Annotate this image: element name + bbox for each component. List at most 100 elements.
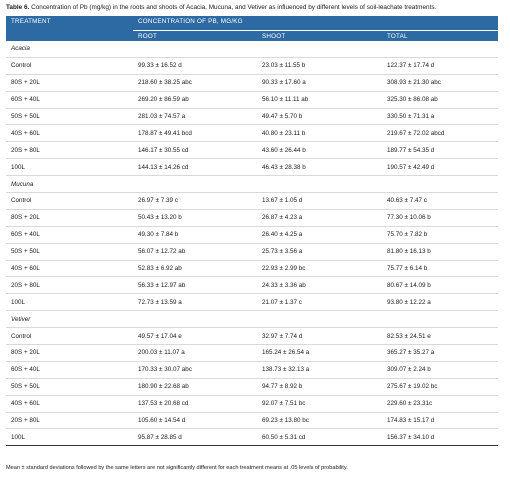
table-row: 50S + 50L 56.07 ± 12.72 ab 25.73 ± 3.56 a8…: [6, 243, 498, 261]
cell-root: 180.90 ± 22.68 ab: [133, 378, 257, 396]
cell-treatment: 100L: [6, 293, 133, 312]
cell-root: 72.73 ± 13.59 a: [133, 293, 257, 312]
cell-treatment: 50S + 50L: [6, 243, 133, 261]
cell-treatment: Control: [6, 57, 133, 75]
cell-root: 99.33 ± 16.52 d: [133, 57, 257, 75]
cell-shoot: 60.50 ± 5.31 cd: [257, 428, 382, 447]
cell-total: 330.50 ± 71.31 a: [382, 108, 498, 126]
cell-root: 137.53 ± 20.68 cd: [133, 395, 257, 413]
group-name: Mucuna: [6, 175, 498, 194]
cell-total: 325.30 ± 86.08 ab: [382, 91, 498, 109]
group-row: Vetiver: [6, 310, 498, 329]
cell-total: 190.57 ± 42.49 d: [382, 158, 498, 177]
cell-total: 365.27 ± 35.27 a: [382, 344, 498, 362]
cell-shoot: 26.40 ± 4.25 a: [257, 226, 382, 244]
cell-treatment: 100L: [6, 158, 133, 177]
table-row: 60S + 40L 269.20 ± 86.59 ab 56.10 ± 11.11 …: [6, 91, 498, 109]
cell-shoot: 23.03 ± 11.55 b: [257, 57, 382, 75]
table-row: 40S + 60L 52.83 ± 6.92 ab 22.93 ± 2.99 bc 7…: [6, 260, 498, 278]
cell-root: 50.43 ± 13.20 b: [133, 209, 257, 227]
cell-treatment: 50S + 50L: [6, 108, 133, 126]
cell-treatment: 50S + 50L: [6, 378, 133, 396]
cell-shoot: 32.97 ± 7.74 d: [257, 327, 382, 346]
table-row: 100L 95.87 ± 28.85 d 60.50 ± 5.31 cd 156.37…: [6, 428, 498, 447]
cell-shoot: 138.73 ± 32.13 a: [257, 361, 382, 379]
cell-shoot: 40.80 ± 23.11 b: [257, 124, 382, 143]
table-footnote: Mean ± standard deviations followed by t…: [6, 465, 348, 471]
header-treatment: TREATMENT: [6, 16, 133, 31]
cell-total: 308.93 ± 21.30 abc: [382, 74, 498, 92]
cell-root: 95.87 ± 28.85 d: [133, 428, 257, 447]
table-body: Acacia Control 99.33 ± 16.52 d 23.03 ± 11.5…: [6, 41, 498, 447]
table-row: 100L 72.73 ± 13.59 a 21.07 ± 1.37 c 93.80 ±…: [6, 293, 498, 312]
cell-treatment: 80S + 20L: [6, 344, 133, 362]
cell-total: 219.67 ± 72.02 abcd: [382, 124, 498, 143]
cell-root: 200.03 ± 11.07 a: [133, 344, 257, 362]
header-total: TOTAL: [382, 30, 498, 41]
cell-treatment: 60S + 40L: [6, 226, 133, 244]
cell-shoot: 21.07 ± 1.37 c: [257, 293, 382, 312]
cell-total: 93.80 ± 12.22 a: [382, 293, 498, 312]
cell-total: 156.37 ± 34.10 d: [382, 428, 498, 447]
table-row: 80S + 20L 200.03 ± 11.07 a 165.24 ± 26.54 …: [6, 344, 498, 362]
cell-root: 170.33 ± 30.07 abc: [133, 361, 257, 379]
cell-shoot: 25.73 ± 3.56 a: [257, 243, 382, 261]
cell-root: 56.07 ± 12.72 ab: [133, 243, 257, 261]
table-row: 60S + 40L 49.30 ± 7.84 b 26.40 ± 4.25 a 75.…: [6, 226, 498, 244]
cell-treatment: 20S + 80L: [6, 412, 133, 430]
cell-root: 26.97 ± 7.39 c: [133, 192, 257, 210]
cell-total: 80.67 ± 14.09 b: [382, 276, 498, 295]
cell-total: 174.83 ± 15.17 d: [382, 412, 498, 430]
group-name: Acacia: [6, 41, 498, 58]
cell-shoot: 22.93 ± 2.99 bc: [257, 260, 382, 278]
cell-root: 269.20 ± 86.59 ab: [133, 91, 257, 109]
cell-root: 146.17 ± 30.55 cd: [133, 141, 257, 160]
pb-concentration-table: TREATMENT CONCENTRATION OF PB, MG/KG ROO…: [6, 16, 498, 447]
cell-total: 40.63 ± 7.47 c: [382, 192, 498, 210]
table-title: Concentration of Pb (mg/kg) in the roots…: [31, 4, 437, 11]
cell-root: 281.03 ± 74.57 a: [133, 108, 257, 126]
cell-total: 189.77 ± 54.35 d: [382, 141, 498, 160]
cell-total: 309.07 ± 2.24 b: [382, 361, 498, 379]
cell-root: 144.13 ± 14.26 cd: [133, 158, 257, 177]
cell-shoot: 92.07 ± 7.51 bc: [257, 395, 382, 413]
table-row: Control 49.57 ± 17.04 e 32.97 ± 7.74 d 82.5…: [6, 327, 498, 346]
cell-root: 49.57 ± 17.04 e: [133, 327, 257, 346]
cell-total: 122.37 ± 17.74 d: [382, 57, 498, 75]
cell-shoot: 13.67 ± 1.05 d: [257, 192, 382, 210]
cell-shoot: 69.23 ± 13.80 bc: [257, 412, 382, 430]
cell-root: 56.33 ± 12.97 ab: [133, 276, 257, 295]
cell-root: 52.83 ± 6.92 ab: [133, 260, 257, 278]
cell-root: 218.60 ± 38.25 abc: [133, 74, 257, 92]
cell-shoot: 165.24 ± 26.54 a: [257, 344, 382, 362]
cell-total: 275.67 ± 19.02 bc: [382, 378, 498, 396]
cell-root: 105.60 ± 14.54 d: [133, 412, 257, 430]
cell-treatment: 40S + 60L: [6, 124, 133, 143]
table-row: 60S + 40L 170.33 ± 30.07 abc 138.73 ± 32.1…: [6, 361, 498, 379]
cell-treatment: 40S + 60L: [6, 395, 133, 413]
cell-treatment: 100L: [6, 428, 133, 447]
cell-treatment: Control: [6, 192, 133, 210]
table-row: 80S + 20L 218.60 ± 38.25 abc 90.33 ± 17.60…: [6, 74, 498, 92]
header-root: ROOT: [133, 30, 257, 41]
header-treatment-spacer: [6, 30, 133, 41]
cell-root: 178.87 ± 49.41 bcd: [133, 124, 257, 143]
cell-shoot: 24.33 ± 3.36 ab: [257, 276, 382, 295]
table-row: 40S + 60L 178.87 ± 49.41 bcd 40.80 ± 23.11…: [6, 124, 498, 143]
cell-shoot: 46.43 ± 28.38 b: [257, 158, 382, 177]
cell-treatment: 80S + 20L: [6, 74, 133, 92]
cell-shoot: 26.87 ± 4.23 a: [257, 209, 382, 227]
cell-total: 75.70 ± 7.82 b: [382, 226, 498, 244]
cell-treatment: 80S + 20L: [6, 209, 133, 227]
group-row: Mucuna: [6, 175, 498, 194]
cell-treatment: 60S + 40L: [6, 91, 133, 109]
cell-treatment: 20S + 80L: [6, 276, 133, 295]
header-shoot: SHOOT: [257, 30, 382, 41]
table-row: 50S + 50L 180.90 ± 22.68 ab 94.77 ± 8.92 b…: [6, 378, 498, 396]
cell-shoot: 43.60 ± 26.44 b: [257, 141, 382, 160]
cell-total: 77.30 ± 10.06 b: [382, 209, 498, 227]
cell-total: 82.53 ± 24.51 e: [382, 327, 498, 346]
cell-shoot: 90.33 ± 17.60 a: [257, 74, 382, 92]
cell-total: 229.60 ± 23.31c: [382, 395, 498, 413]
table-row: Control 26.97 ± 7.39 c 13.67 ± 1.05 d 40.63…: [6, 192, 498, 210]
